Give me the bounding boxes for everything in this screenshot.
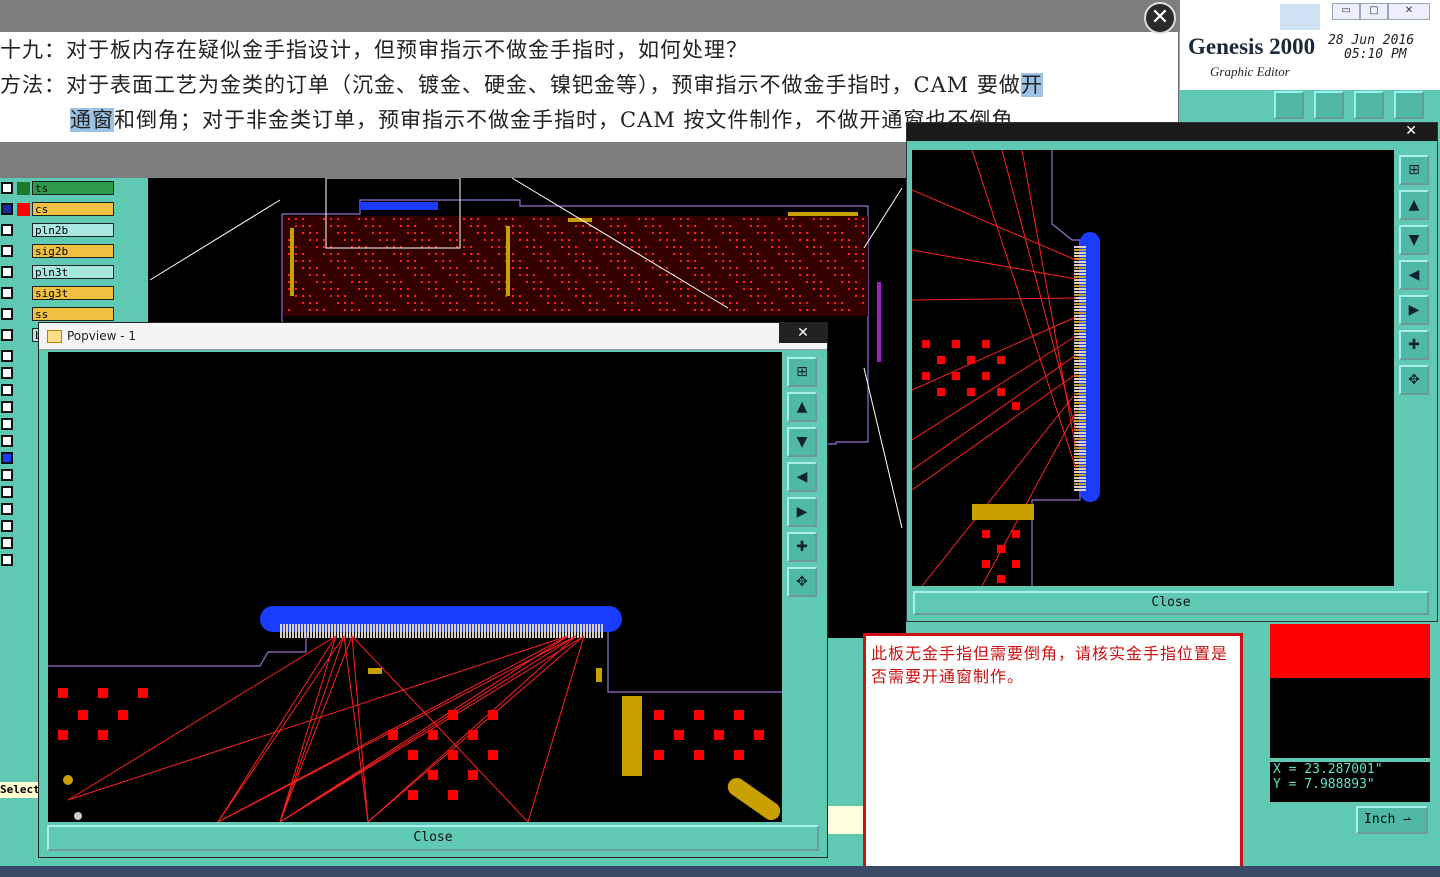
right-popview-titlebar: ✕ [907,123,1437,141]
layer-name[interactable]: sig3t [32,286,114,300]
logo-graphic [1280,4,1320,30]
doc-titlebar [0,0,1180,32]
window-icon [47,330,62,343]
layer-checkbox[interactable] [1,469,13,481]
popview-title: Popview - 1 [67,329,136,343]
zoom-in-icon[interactable]: ✚ [787,532,817,562]
app-datetime: 28 Jun 2016 05:10 PM [1328,33,1415,62]
question-line: 十九：对于板内存在疑似金手指设计，但预审指示不做金手指时，如何处理？ [0,38,748,62]
layer-preview-red [1270,624,1430,678]
import-icon[interactable] [1314,91,1344,119]
layer-checkbox[interactable] [1,486,13,498]
layer-name[interactable]: cs [32,202,114,216]
export-icon[interactable] [1274,91,1304,119]
layer-checkbox[interactable] [1,418,13,430]
answer-line-1: 方法：对于表面工艺为金类的订单（沉金、镀金、硬金、镍钯金等），预审指示不做金手指… [0,73,1043,97]
layer-row-pln2b[interactable]: pln2b [0,222,118,238]
layer-checkbox[interactable] [1,384,13,396]
maximize-button[interactable]: □ [1360,3,1388,20]
layer-checkbox[interactable] [1,308,13,320]
layer-row-sig2b[interactable]: sig2b [0,243,118,259]
message-box: 此板无金手指但需要倒角，请核实金手指位置是否需要开通窗制作。 [863,633,1243,877]
finger-detail-right [911,149,1100,587]
layer-color-swatch[interactable] [17,182,30,195]
app-subtitle: Graphic Editor [1210,64,1290,79]
genesis-toolbar [1180,90,1440,122]
layer-name[interactable]: ss [32,307,114,321]
zoom-fit-icon[interactable]: ⊞ [1399,155,1429,185]
pan-up-icon[interactable]: ▲ [1399,190,1429,220]
pan-right-icon[interactable]: ▶ [1399,295,1429,325]
popview-close-button[interactable]: Close [47,825,819,851]
pan-up-icon[interactable]: ▲ [787,392,817,422]
popview-canvas[interactable] [48,352,782,823]
layer-row-ss[interactable]: ss [0,306,118,322]
finger-detail-left [48,606,782,823]
layer-checkbox[interactable] [1,452,13,464]
pan-down-icon[interactable]: ▼ [787,427,817,457]
layer-checkbox[interactable] [1,182,13,194]
pan-left-icon[interactable]: ◀ [1399,260,1429,290]
layer-color-swatch[interactable] [17,203,30,216]
layer-row-pln3t[interactable]: pln3t [0,264,118,280]
layer-checkbox[interactable] [1,537,13,549]
right-popview-close-icon[interactable]: ✕ [1405,123,1417,139]
right-popview-canvas[interactable] [911,149,1394,587]
layer-checkbox[interactable] [1,224,13,236]
zoom-fit-icon[interactable]: ⊞ [787,357,817,387]
zoom-out-icon[interactable]: ✥ [1399,365,1429,395]
home-icon[interactable] [1354,91,1384,119]
layer-checkbox[interactable] [1,503,13,515]
command-input[interactable] [828,806,864,834]
layer-row-cs[interactable]: cs [0,201,118,217]
zoom-out-icon[interactable]: ✥ [787,567,817,597]
layer-row-ts[interactable]: ts [0,180,118,196]
layer-row-sig3t[interactable]: sig3t [0,285,118,301]
message-text: 此板无金手指但需要倒角，请核实金手指位置是否需要开通窗制作。 [871,644,1229,686]
popview-titlebar: Popview - 1 ✕ [39,323,827,350]
popview-close-icon[interactable]: ✕ [779,323,827,343]
layer-checkbox[interactable] [1,520,13,532]
layer-checkbox[interactable] [1,554,13,566]
layer-name[interactable]: ts [32,181,114,195]
coordinate-readout: X = 23.287001" Y = 7.988893" [1270,762,1430,802]
layer-checkbox[interactable] [1,350,13,362]
app-title: Genesis 2000 [1188,34,1316,59]
layer-checkbox[interactable] [1,367,13,379]
doc-close-button[interactable]: ✕ [1144,2,1176,34]
layer-checkbox[interactable] [1,329,13,341]
layer-checkbox[interactable] [1,401,13,413]
layer-checkbox[interactable] [1,435,13,447]
taskbar [0,866,1440,877]
layer-name[interactable]: pln3t [32,265,114,279]
layer-name[interactable]: pln2b [32,223,114,237]
layer-checkbox[interactable] [1,203,13,215]
zoom-in-icon[interactable]: ✚ [1399,330,1429,360]
select-label: Select [0,782,40,798]
layer-checkbox[interactable] [1,266,13,278]
window-close-button[interactable]: ✕ [1388,3,1430,20]
layer-name[interactable]: sig2b [32,244,114,258]
layer-checkbox[interactable] [1,287,13,299]
pan-right-icon[interactable]: ▶ [787,497,817,527]
layer-checkbox[interactable] [1,245,13,257]
answer-line-2: 通窗和倒角；对于非金类订单，预审指示不做金手指时，CAM 按文件制作，不做开通窗… [70,108,1036,132]
right-popview-close-button[interactable]: Close [913,591,1429,615]
overview-map [1270,678,1430,758]
layout-icon[interactable] [1394,91,1424,119]
pan-down-icon[interactable]: ▼ [1399,225,1429,255]
units-selector[interactable]: Inch ⇀ [1356,806,1428,834]
genesis-header: ▭ □ ✕ Genesis 2000 28 Jun 2016 05:10 PM G… [1180,0,1440,90]
pan-left-icon[interactable]: ◀ [787,462,817,492]
minimize-button[interactable]: ▭ [1332,3,1360,20]
